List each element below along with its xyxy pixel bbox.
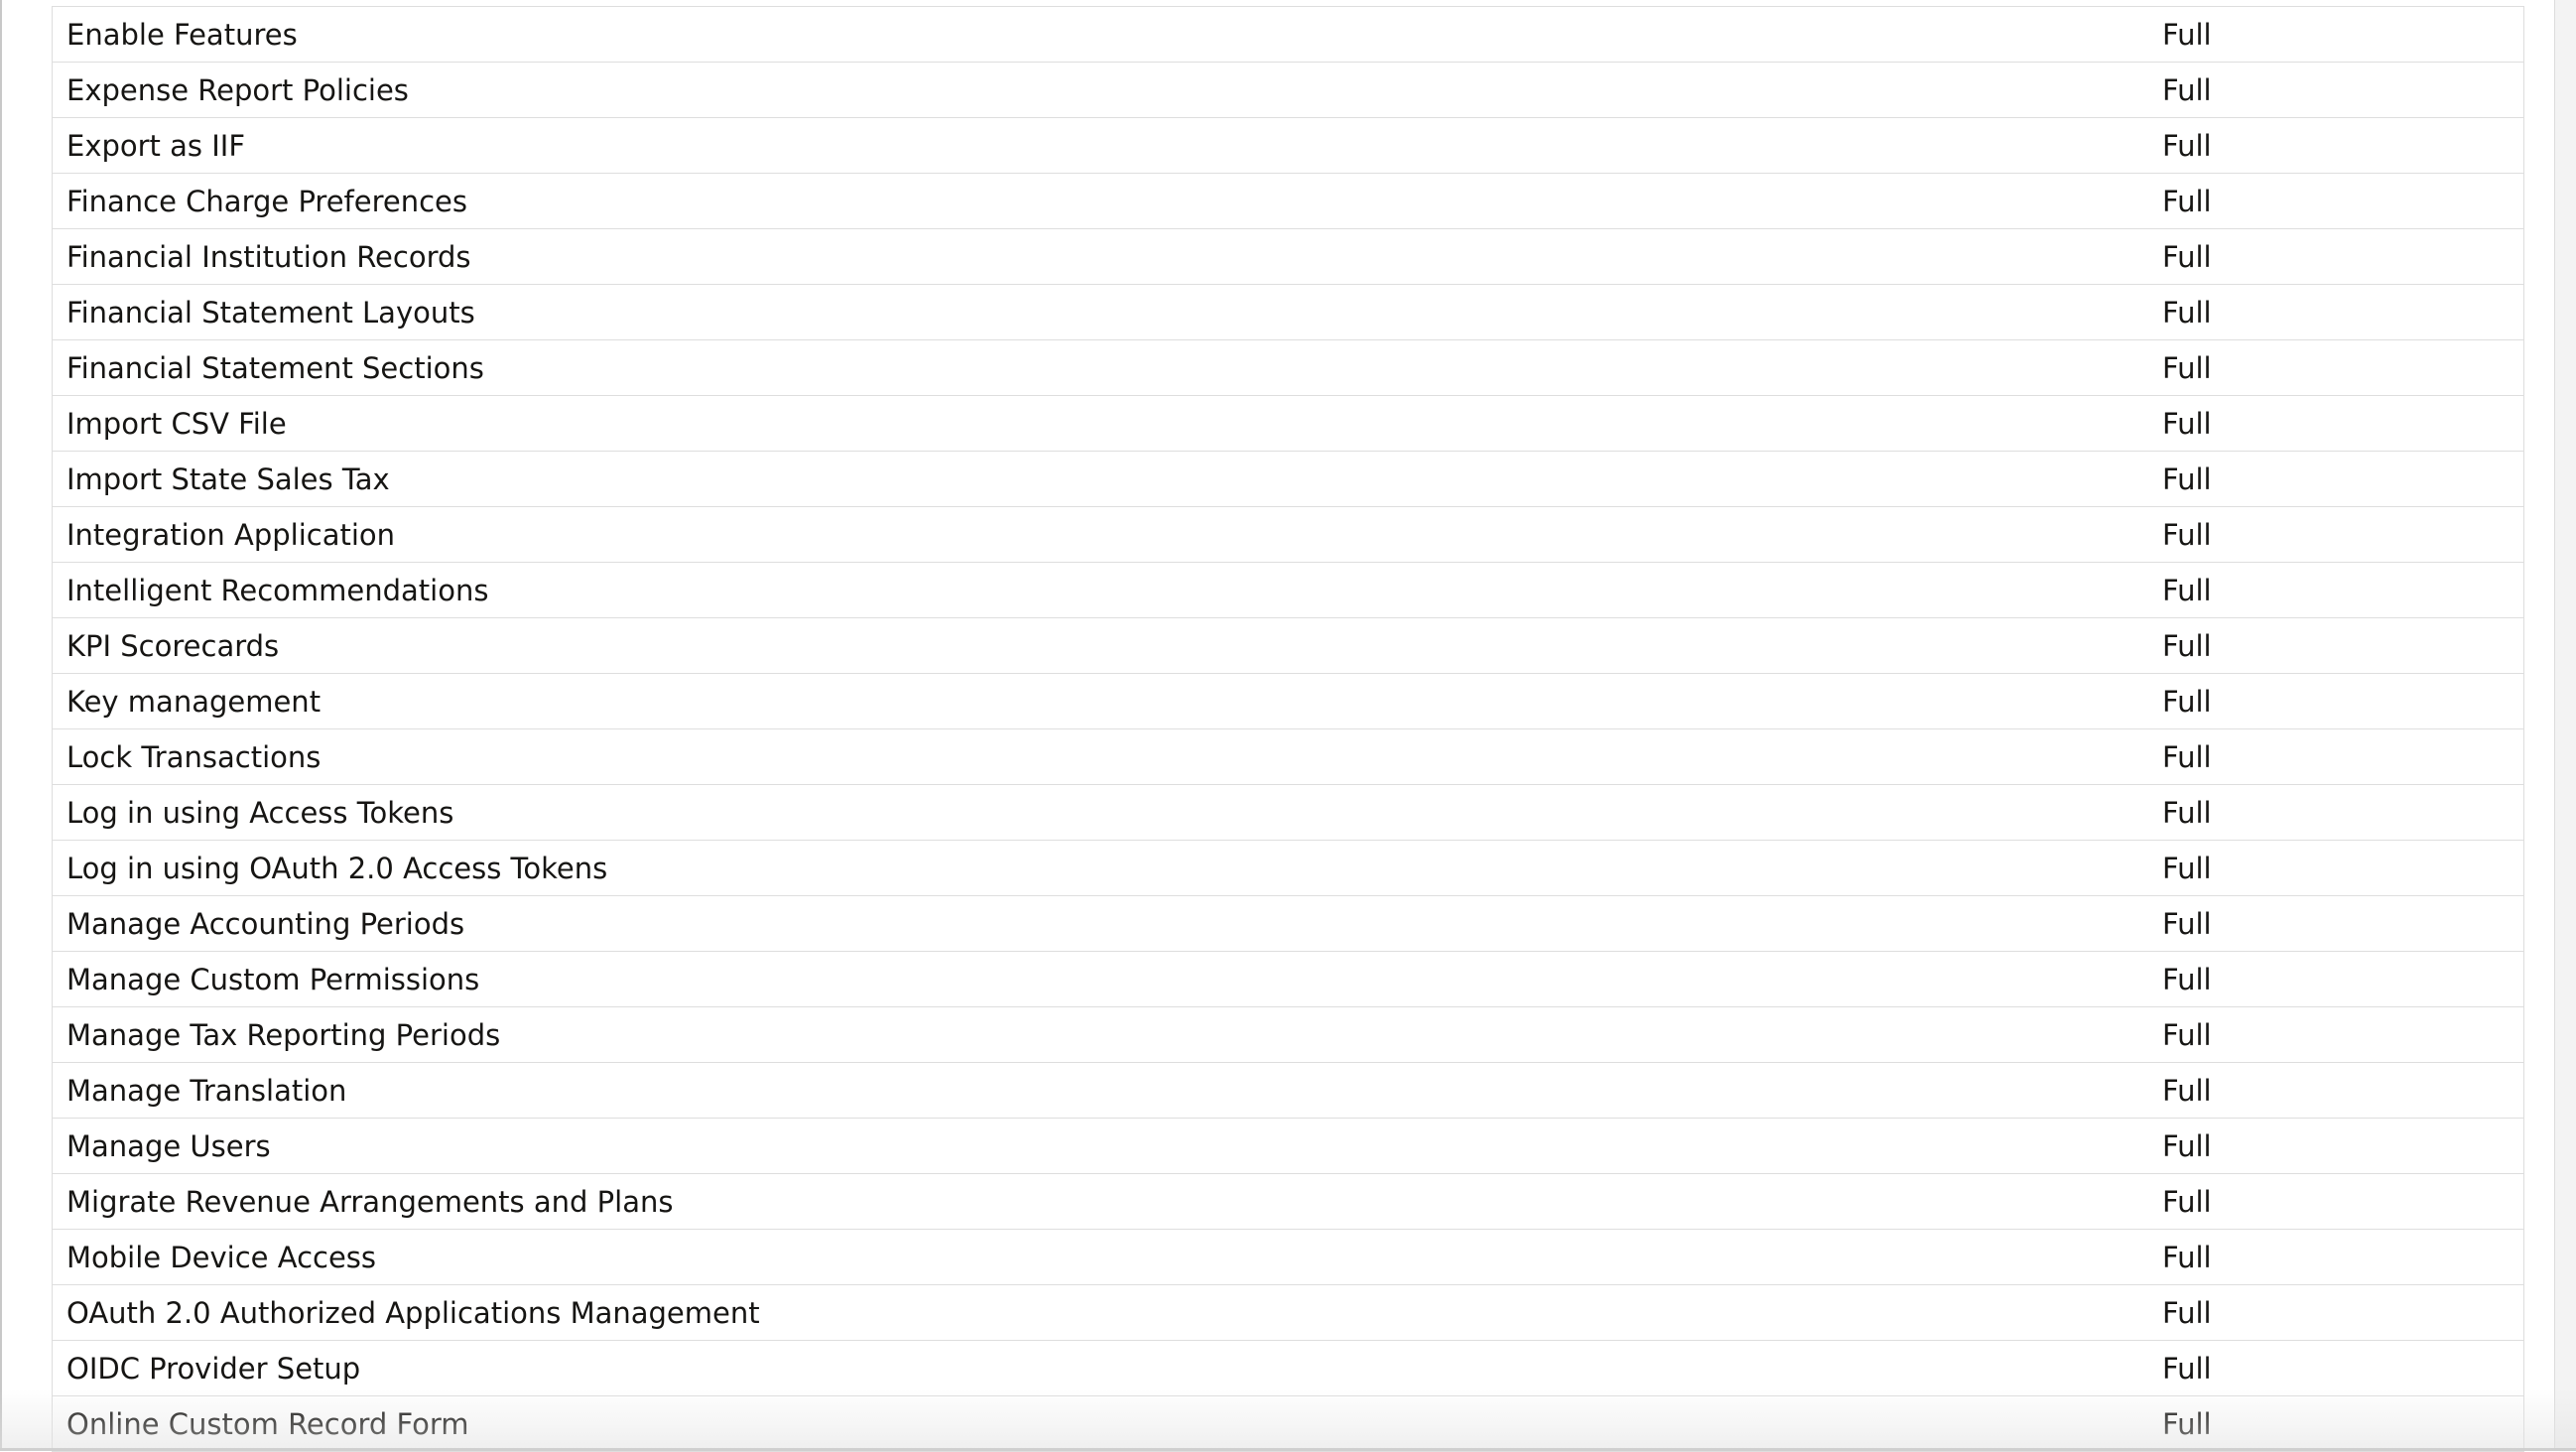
- table-row[interactable]: Import State Sales Tax Full: [53, 452, 2523, 507]
- page-scrollbar-track[interactable]: [2554, 0, 2576, 1451]
- permission-level: Full: [2162, 239, 2212, 274]
- table-row[interactable]: Migrate Revenue Arrangements and Plans Fu…: [53, 1174, 2523, 1230]
- permission-name: Financial Statement Layouts: [66, 295, 475, 330]
- permission-name: Enable Features: [66, 17, 298, 52]
- permission-name: Key management: [66, 684, 322, 719]
- permission-level: Full: [2162, 962, 2212, 996]
- permission-name: Import CSV File: [66, 406, 287, 441]
- table-row[interactable]: Finance Charge Preferences Full: [53, 174, 2523, 229]
- permission-name: Integration Application: [66, 517, 396, 552]
- permission-level: Full: [2162, 17, 2212, 52]
- permission-name: Manage Accounting Periods: [66, 906, 465, 941]
- table-row[interactable]: Log in using Access Tokens Full: [53, 785, 2523, 841]
- table-row[interactable]: Key management Full: [53, 674, 2523, 729]
- permission-level: Full: [2162, 795, 2212, 830]
- table-row[interactable]: Manage Translation Full: [53, 1063, 2523, 1119]
- table-row[interactable]: Manage Custom Permissions Full: [53, 952, 2523, 1007]
- table-row[interactable]: Manage Tax Reporting Periods Full: [53, 1007, 2523, 1063]
- permission-name: Intelligent Recommendations: [66, 573, 489, 607]
- permission-name: Mobile Device Access: [66, 1240, 377, 1274]
- permission-level: Full: [2162, 462, 2212, 496]
- permission-name: Log in using OAuth 2.0 Access Tokens: [66, 851, 608, 885]
- permission-name: Manage Custom Permissions: [66, 962, 480, 996]
- permissions-table: Enable Features Full Expense Report Polic…: [52, 6, 2524, 1452]
- permission-level: Full: [2162, 350, 2212, 385]
- permission-level: Full: [2162, 517, 2212, 552]
- table-row[interactable]: Expense Report Policies Full: [53, 63, 2523, 118]
- permission-name: OIDC Provider Setup: [66, 1351, 361, 1386]
- permission-name: Manage Users: [66, 1128, 271, 1163]
- permission-name: Export as IIF: [66, 128, 246, 163]
- permission-level: Full: [2162, 684, 2212, 719]
- permission-level: Full: [2162, 1351, 2212, 1386]
- permission-name: OAuth 2.0 Authorized Applications Manage…: [66, 1295, 760, 1330]
- permission-name: Log in using Access Tokens: [66, 795, 454, 830]
- permission-name: Manage Translation: [66, 1073, 347, 1108]
- table-row[interactable]: Manage Users Full: [53, 1119, 2523, 1174]
- left-edge: [0, 0, 2, 1451]
- permission-level: Full: [2162, 295, 2212, 330]
- table-row[interactable]: Mobile Device Access Full: [53, 1230, 2523, 1285]
- permission-level: Full: [2162, 739, 2212, 774]
- permission-name: Finance Charge Preferences: [66, 184, 468, 218]
- permission-level: Full: [2162, 1073, 2212, 1108]
- permission-name: Online Custom Record Form: [66, 1406, 469, 1441]
- permission-level: Full: [2162, 906, 2212, 941]
- permission-name: Financial Institution Records: [66, 239, 471, 274]
- permission-level: Full: [2162, 1128, 2212, 1163]
- table-row[interactable]: Financial Statement Layouts Full: [53, 285, 2523, 340]
- table-row[interactable]: Enable Features Full: [53, 7, 2523, 63]
- table-row[interactable]: Lock Transactions Full: [53, 729, 2523, 785]
- permission-level: Full: [2162, 1295, 2212, 1330]
- table-row[interactable]: Import CSV File Full: [53, 396, 2523, 452]
- permission-level: Full: [2162, 851, 2212, 885]
- permission-name: Lock Transactions: [66, 739, 322, 774]
- permission-level: Full: [2162, 628, 2212, 663]
- permission-name: Migrate Revenue Arrangements and Plans: [66, 1184, 674, 1219]
- table-row[interactable]: OAuth 2.0 Authorized Applications Manage…: [53, 1285, 2523, 1341]
- permission-name: Financial Statement Sections: [66, 350, 484, 385]
- table-row[interactable]: Intelligent Recommendations Full: [53, 563, 2523, 618]
- table-row[interactable]: Export as IIF Full: [53, 118, 2523, 174]
- table-row[interactable]: KPI Scorecards Full: [53, 618, 2523, 674]
- table-row[interactable]: Log in using OAuth 2.0 Access Tokens Full: [53, 841, 2523, 896]
- table-row[interactable]: Financial Statement Sections Full: [53, 340, 2523, 396]
- table-row[interactable]: Manage Accounting Periods Full: [53, 896, 2523, 952]
- permission-level: Full: [2162, 1240, 2212, 1274]
- permission-level: Full: [2162, 1406, 2212, 1441]
- permission-level: Full: [2162, 406, 2212, 441]
- permission-name: Expense Report Policies: [66, 72, 409, 107]
- permission-level: Full: [2162, 72, 2212, 107]
- table-row[interactable]: Online Custom Record Form Full: [53, 1396, 2523, 1452]
- permission-level: Full: [2162, 573, 2212, 607]
- table-row[interactable]: OIDC Provider Setup Full: [53, 1341, 2523, 1396]
- permission-level: Full: [2162, 1184, 2212, 1219]
- permission-level: Full: [2162, 1017, 2212, 1052]
- page: Enable Features Full Expense Report Polic…: [0, 0, 2576, 1452]
- permission-name: Manage Tax Reporting Periods: [66, 1017, 501, 1052]
- table-row[interactable]: Financial Institution Records Full: [53, 229, 2523, 285]
- permission-level: Full: [2162, 128, 2212, 163]
- table-row[interactable]: Integration Application Full: [53, 507, 2523, 563]
- permission-name: KPI Scorecards: [66, 628, 280, 663]
- permission-name: Import State Sales Tax: [66, 462, 390, 496]
- permission-level: Full: [2162, 184, 2212, 218]
